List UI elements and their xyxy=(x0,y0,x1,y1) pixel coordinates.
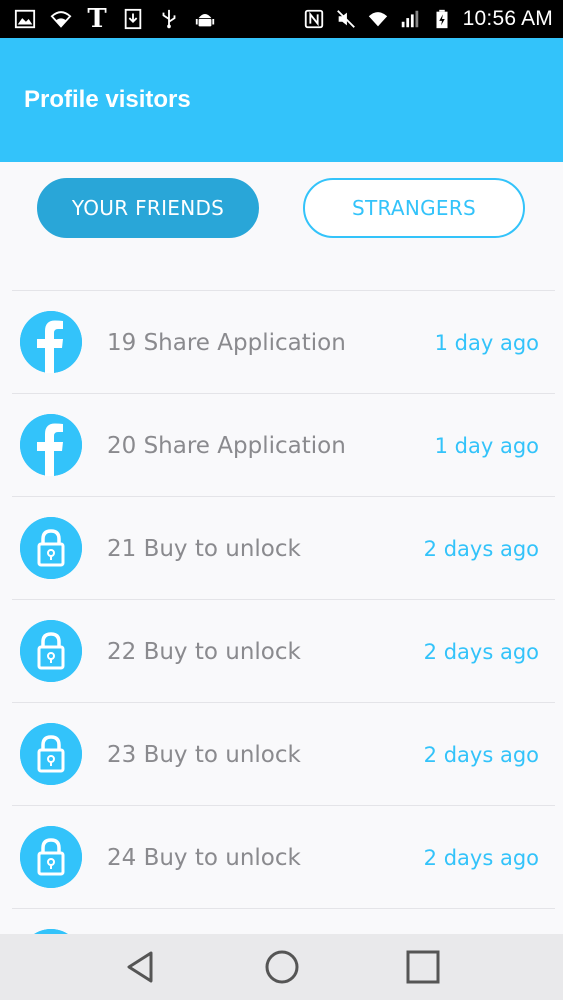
list-item[interactable]: 22 Buy to unlock 2 days ago xyxy=(12,599,555,702)
visitor-list: 19 Share Application 1 day ago 20 Share … xyxy=(12,290,555,938)
list-item-time: 1 day ago xyxy=(434,330,539,355)
list-item-label: 19 Share Application xyxy=(107,329,346,356)
list-item-label: 20 Share Application xyxy=(107,432,346,459)
usb-icon xyxy=(158,8,180,30)
page-title: Profile visitors xyxy=(24,86,191,113)
t-mobile-icon: T xyxy=(87,4,107,34)
wifi-icon xyxy=(367,8,389,30)
list-item-label: 23 Buy to unlock xyxy=(107,741,301,768)
lock-icon xyxy=(20,620,82,682)
status-icons-right: 10:56 AM xyxy=(303,7,553,31)
list-item-label: 22 Buy to unlock xyxy=(107,638,301,665)
list-item[interactable]: 20 Share Application 1 day ago xyxy=(12,393,555,496)
status-icons-left: T xyxy=(14,4,216,34)
tab-your-friends[interactable]: YOUR FRIENDS xyxy=(37,178,259,238)
mute-icon xyxy=(335,8,357,30)
battery-icon xyxy=(431,8,453,30)
list-item[interactable]: 19 Share Application 1 day ago xyxy=(12,290,555,393)
app-bar: Profile visitors xyxy=(0,38,563,162)
facebook-icon xyxy=(20,414,82,476)
facebook-icon xyxy=(20,311,82,373)
wifi-icon xyxy=(50,8,72,30)
tab-bar: YOUR FRIENDS STRANGERS xyxy=(0,162,563,290)
download-icon xyxy=(122,8,144,30)
lock-icon xyxy=(20,517,82,579)
status-time: 10:56 AM xyxy=(462,7,553,30)
back-icon[interactable] xyxy=(111,937,171,997)
nfc-icon xyxy=(303,8,325,30)
android-icon xyxy=(194,8,216,30)
status-bar: T 10:56 AM xyxy=(0,0,563,38)
tab-strangers[interactable]: STRANGERS xyxy=(303,178,525,238)
home-icon[interactable] xyxy=(252,937,312,997)
list-item[interactable]: 24 Buy to unlock 2 days ago xyxy=(12,805,555,908)
list-item-time: 1 day ago xyxy=(434,433,539,458)
list-item-time: 2 days ago xyxy=(423,639,539,664)
lock-icon xyxy=(20,723,82,785)
list-item[interactable]: 21 Buy to unlock 2 days ago xyxy=(12,496,555,599)
image-icon xyxy=(14,8,36,30)
lock-icon xyxy=(20,826,82,888)
list-item-label: 24 Buy to unlock xyxy=(107,844,301,871)
list-item-time: 2 days ago xyxy=(423,536,539,561)
list-item[interactable]: 23 Buy to unlock 2 days ago xyxy=(12,702,555,805)
list-item-time: 2 days ago xyxy=(423,742,539,767)
signal-icon xyxy=(399,8,421,30)
list-item-label: 21 Buy to unlock xyxy=(107,535,301,562)
recents-icon[interactable] xyxy=(393,937,453,997)
system-nav-bar xyxy=(0,934,563,1000)
list-item-time: 2 days ago xyxy=(423,845,539,870)
